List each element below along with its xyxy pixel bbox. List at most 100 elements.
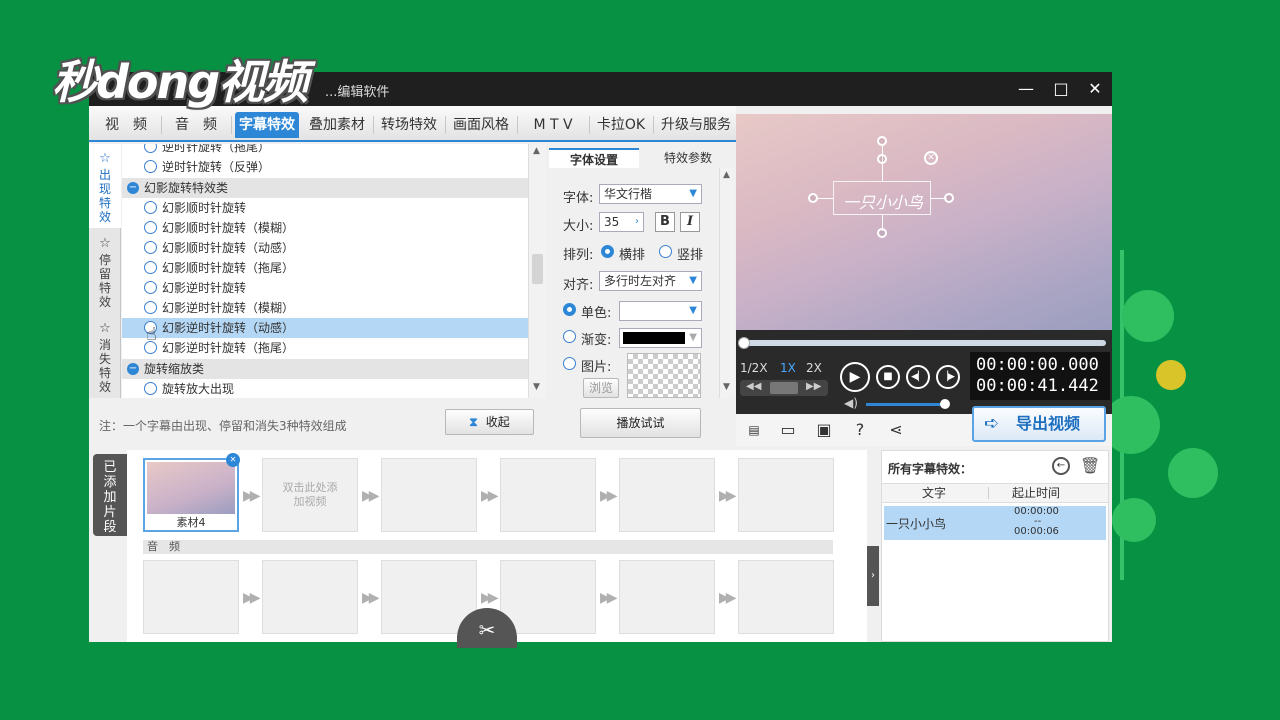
export-video-button[interactable]: ➪ 导出视频 <box>972 406 1106 442</box>
help-icon[interactable]: ? <box>850 421 870 439</box>
collapse-icon[interactable]: − <box>127 363 139 375</box>
progress-thumb[interactable] <box>738 337 750 349</box>
radio-button[interactable] <box>144 261 157 274</box>
progress-bar[interactable] <box>742 340 1106 346</box>
rotate-handle[interactable] <box>877 136 887 146</box>
tab-upgrade[interactable]: 升级与服务 <box>657 112 735 138</box>
empty-clip-slot[interactable] <box>381 458 477 532</box>
tab-audio[interactable]: 音 频 <box>165 112 227 138</box>
expand-panel-button[interactable]: › <box>867 546 879 606</box>
play-test-button[interactable]: 播放试试 <box>580 408 701 438</box>
image-radio[interactable] <box>563 357 576 370</box>
radio-button[interactable] <box>144 382 157 395</box>
resize-handle[interactable] <box>877 228 887 238</box>
align-select[interactable]: 多行时左对齐 ▼ <box>599 271 702 291</box>
radio-button[interactable] <box>144 221 157 234</box>
browse-button[interactable]: 浏览 <box>583 378 619 398</box>
list-item[interactable]: 幻影顺时针旋转（拖尾） <box>122 258 528 278</box>
scroll-up-icon[interactable]: ▲ <box>723 170 730 180</box>
volume-slider[interactable] <box>866 403 946 406</box>
radio-button[interactable] <box>144 160 157 173</box>
resize-handle[interactable] <box>877 154 887 164</box>
close-button[interactable]: ✕ <box>1083 77 1107 101</box>
remove-clip-icon[interactable]: ✕ <box>226 453 240 467</box>
tab-overlay[interactable]: 叠加素材 <box>305 112 369 138</box>
empty-clip-slot[interactable] <box>619 458 715 532</box>
fast-forward-icon[interactable]: ▶▶ <box>806 381 821 392</box>
new-icon[interactable]: ▤ <box>744 421 764 439</box>
resize-handle[interactable] <box>944 193 954 203</box>
speed-double[interactable]: 2X <box>806 361 822 375</box>
list-item[interactable]: 幻影顺时针旋转（动感） <box>122 238 528 258</box>
list-category[interactable]: − 旋转缩放类 <box>122 359 528 379</box>
scroll-up-icon[interactable]: ▲ <box>533 146 540 156</box>
audio-slot[interactable] <box>619 560 715 634</box>
gradient-radio[interactable] <box>563 330 576 343</box>
video-preview[interactable]: 一只小小鸟 ✕ <box>736 114 1112 330</box>
speed-thumb[interactable] <box>770 382 798 394</box>
font-select[interactable]: 华文行楷 ▼ <box>599 184 702 204</box>
clip-thumbnail[interactable]: 素材4 ✕ <box>143 453 240 532</box>
empty-clip-slot[interactable] <box>738 458 834 532</box>
resize-handle[interactable] <box>808 193 818 203</box>
tab-mtv[interactable]: M T V <box>521 112 585 138</box>
volume-icon[interactable]: ◀) <box>844 396 858 410</box>
audio-slot[interactable] <box>143 560 239 634</box>
list-scrollbar[interactable]: ▲ ▼ <box>528 144 546 398</box>
radio-button[interactable] <box>144 281 157 294</box>
delete-subtitle-icon[interactable]: ✕ <box>924 151 938 165</box>
tab-video[interactable]: 视 频 <box>95 112 157 138</box>
list-item-selected[interactable]: 幻影逆时针旋转（动感） <box>122 318 528 338</box>
open-folder-icon[interactable]: ▭ <box>778 421 798 439</box>
list-item[interactable]: 旋转放大出现 <box>122 379 528 398</box>
tab-transition[interactable]: 转场特效 <box>377 112 441 138</box>
trash-icon[interactable]: 🗑 <box>1080 456 1100 475</box>
tab-karaoke[interactable]: 卡拉OK <box>593 112 649 138</box>
radio-button[interactable] <box>144 241 157 254</box>
layout-vertical-radio[interactable] <box>659 245 672 258</box>
volume-thumb[interactable] <box>940 399 950 409</box>
solid-color-radio[interactable] <box>563 303 576 316</box>
speed-normal[interactable]: 1X <box>780 361 796 375</box>
list-category[interactable]: − 幻影旋转特效类 <box>122 178 528 198</box>
scroll-down-icon[interactable]: ▼ <box>533 382 540 392</box>
play-button[interactable]: ▶ <box>840 362 870 392</box>
scroll-thumb[interactable] <box>532 254 543 284</box>
radio-button[interactable] <box>144 301 157 314</box>
subtitle-row[interactable]: 一只小小鸟 00:00:00 -- 00:00:06 <box>884 506 1106 540</box>
list-item[interactable]: 幻影逆时针旋转（模糊） <box>122 298 528 318</box>
radio-button[interactable] <box>144 201 157 214</box>
vtab-disappear[interactable]: ☆ 消失特效 <box>89 314 121 398</box>
audio-slot[interactable] <box>500 560 596 634</box>
layout-horizontal-radio[interactable] <box>601 245 614 258</box>
vtab-appear[interactable]: ☆ 出现特效 <box>89 144 121 228</box>
solid-color-picker[interactable]: ▼ <box>619 301 702 321</box>
minimize-button[interactable]: — <box>1014 77 1038 101</box>
collapse-icon[interactable]: − <box>127 182 139 194</box>
list-item[interactable]: 幻影顺时针旋转 <box>122 198 528 218</box>
empty-clip-slot[interactable] <box>500 458 596 532</box>
add-video-slot[interactable]: 双击此处添加视频 <box>262 458 358 532</box>
next-frame-button[interactable]: ▕▶ <box>936 365 960 389</box>
share-icon[interactable]: ⋖ <box>886 421 906 439</box>
list-item[interactable]: 幻影顺时针旋转（模糊） <box>122 218 528 238</box>
radio-button[interactable] <box>144 144 157 153</box>
speed-slider[interactable]: ◀◀ ▶▶ <box>740 380 828 396</box>
list-item[interactable]: 幻影逆时针旋转（拖尾） <box>122 338 528 358</box>
collapse-button[interactable]: ⧗ 收起 <box>445 409 534 435</box>
maximize-button[interactable]: □ <box>1049 77 1073 101</box>
rewind-icon[interactable]: ◀◀ <box>746 381 761 392</box>
vtab-stay[interactable]: ☆ 停留特效 <box>89 229 121 313</box>
tab-effect-params[interactable]: 特效参数 <box>643 148 733 168</box>
speed-half[interactable]: 1/2X <box>740 361 768 375</box>
size-select[interactable]: 35 › <box>599 212 644 232</box>
prev-frame-button[interactable]: ◀▏ <box>906 365 930 389</box>
list-item[interactable]: 幻影逆时针旋转 <box>122 278 528 298</box>
bold-button[interactable]: B <box>655 212 675 232</box>
tab-font-settings[interactable]: 字体设置 <box>549 148 639 168</box>
undo-icon[interactable]: ← <box>1052 457 1070 475</box>
audio-slot[interactable] <box>738 560 834 634</box>
font-panel-scrollbar[interactable]: ▲ ▼ <box>719 168 735 398</box>
audio-slot[interactable] <box>262 560 358 634</box>
scroll-down-icon[interactable]: ▼ <box>723 382 730 392</box>
